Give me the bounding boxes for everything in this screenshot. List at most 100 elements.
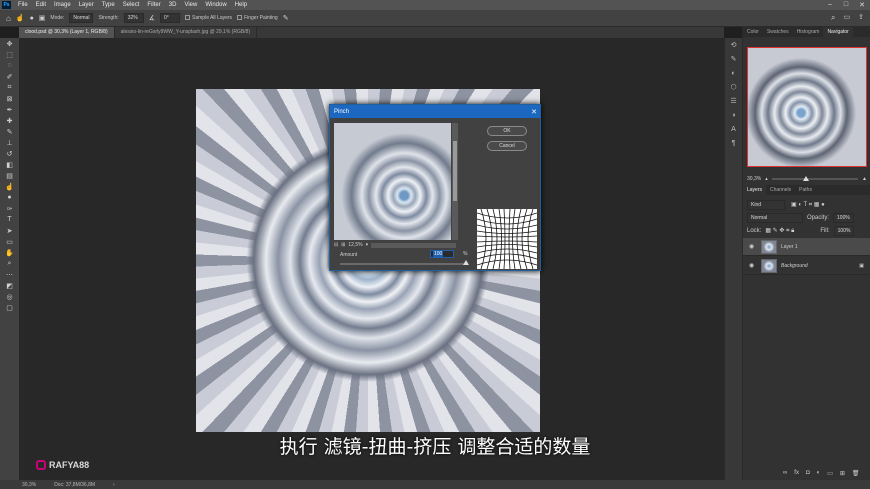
healing-tool-icon[interactable]: ✚ bbox=[0, 115, 19, 126]
filter-preview[interactable] bbox=[334, 123, 451, 240]
ok-button[interactable]: OK bbox=[487, 126, 527, 136]
history-brush-icon[interactable]: ↺ bbox=[0, 148, 19, 159]
maximize-button[interactable]: □ bbox=[838, 1, 854, 9]
menu-layer[interactable]: Layer bbox=[75, 2, 98, 8]
dialog-titlebar[interactable]: Pinch ✕ bbox=[330, 105, 540, 118]
menu-select[interactable]: Select bbox=[119, 2, 144, 8]
amount-slider[interactable] bbox=[340, 260, 469, 265]
marquee-tool-icon[interactable]: ⬚ bbox=[0, 49, 19, 60]
history-icon[interactable]: ⟲ bbox=[725, 38, 742, 52]
tab-clood-psd[interactable]: clood.psd @ 30,3% (Layer 1, RGB/8) bbox=[19, 27, 115, 38]
workspace-icon[interactable]: ▭ bbox=[844, 13, 851, 23]
quick-select-tool-icon[interactable]: ✐ bbox=[0, 71, 19, 82]
move-tool-icon[interactable]: ✥ bbox=[0, 38, 19, 49]
lasso-tool-icon[interactable]: ◌ bbox=[0, 60, 19, 71]
brush-preset-picker[interactable]: ● bbox=[30, 15, 34, 22]
mode-select[interactable]: Normal bbox=[69, 13, 94, 23]
stamp-tool-icon[interactable]: ⊥ bbox=[0, 137, 19, 148]
menu-window[interactable]: Window bbox=[201, 2, 230, 8]
adjustments-icon[interactable]: ◐ bbox=[725, 66, 742, 80]
dodge-tool-icon[interactable]: ● bbox=[0, 192, 19, 203]
path-select-tool-icon[interactable]: ➤ bbox=[0, 225, 19, 236]
navigator-zoom-value[interactable]: 30,3% bbox=[747, 176, 761, 182]
group-icon[interactable]: ▭ bbox=[827, 470, 833, 477]
menu-filter[interactable]: Filter bbox=[143, 2, 164, 8]
kind-filter-select[interactable]: Kind bbox=[747, 200, 785, 210]
quick-mask-icon[interactable]: ◎ bbox=[0, 291, 19, 302]
fill-input[interactable]: 100% bbox=[833, 226, 855, 236]
layer-row[interactable]: ◉ Layer 1 bbox=[743, 238, 870, 256]
libraries-icon[interactable]: ◑ bbox=[725, 108, 742, 122]
gradient-tool-icon[interactable]: ▤ bbox=[0, 170, 19, 181]
zoom-out-button[interactable]: ⊟ bbox=[334, 242, 338, 248]
shape-tool-icon[interactable]: ▭ bbox=[0, 236, 19, 247]
more-tools-icon[interactable]: ⋯ bbox=[0, 269, 19, 280]
navigator-thumbnail[interactable] bbox=[747, 47, 867, 167]
fx-icon[interactable]: fx bbox=[794, 470, 799, 477]
brush-settings-dock-icon[interactable]: ✎ bbox=[725, 52, 742, 66]
amount-input[interactable]: 100 bbox=[430, 250, 454, 258]
trash-icon[interactable]: 🗑︎ bbox=[852, 470, 860, 477]
hand-tool-icon[interactable]: ✋ bbox=[0, 247, 19, 258]
tab-histogram[interactable]: Histogram bbox=[793, 27, 824, 37]
opacity-input[interactable]: 100% bbox=[833, 213, 854, 223]
home-icon[interactable]: ⌂ bbox=[6, 14, 11, 23]
finger-painting-checkbox[interactable]: Finger Painting bbox=[237, 15, 278, 21]
zoom-in-icon[interactable]: ▲ bbox=[862, 176, 867, 182]
mask-icon[interactable]: ◘ bbox=[806, 470, 810, 477]
brush-settings-icon[interactable]: ▣ bbox=[39, 14, 46, 22]
visibility-eye-icon[interactable]: ◉ bbox=[749, 243, 757, 250]
menu-file[interactable]: File bbox=[14, 2, 32, 8]
zoom-tool-icon[interactable]: ⌕ bbox=[0, 258, 19, 269]
lock-icon[interactable]: ▣ bbox=[859, 263, 870, 269]
menu-help[interactable]: Help bbox=[231, 2, 251, 8]
menu-edit[interactable]: Edit bbox=[32, 2, 50, 8]
status-arrow-icon[interactable]: › bbox=[113, 482, 115, 488]
navigator-zoom-slider[interactable] bbox=[771, 176, 859, 181]
blend-mode-select[interactable]: Normal bbox=[747, 213, 803, 223]
preview-vertical-scrollbar[interactable] bbox=[452, 123, 458, 240]
eyedropper-tool-icon[interactable]: ✒ bbox=[0, 104, 19, 115]
pressure-icon[interactable]: ✎ bbox=[283, 14, 289, 22]
character-icon[interactable]: A bbox=[725, 122, 742, 136]
adjustment-layer-icon[interactable]: ◐ bbox=[817, 470, 821, 477]
brush-tool-icon[interactable]: ✎ bbox=[0, 126, 19, 137]
filter-icons[interactable]: ▣ ◐ T ⌗ ▦ ● bbox=[791, 201, 825, 209]
tab-paths[interactable]: Paths bbox=[795, 185, 816, 195]
smudge-tool-icon[interactable]: ☝ bbox=[0, 181, 19, 192]
layer-name[interactable]: Background bbox=[781, 263, 808, 269]
status-zoom[interactable]: 30,3% bbox=[22, 482, 36, 488]
screen-mode-icon[interactable]: ▢ bbox=[0, 302, 19, 313]
zoom-out-icon[interactable]: ▴ bbox=[765, 176, 768, 182]
angle-input[interactable]: 0° bbox=[160, 13, 181, 23]
menu-type[interactable]: Type bbox=[98, 2, 119, 8]
zoom-dropdown-icon[interactable]: ▾ bbox=[366, 242, 369, 248]
new-layer-icon[interactable]: ⊞ bbox=[840, 470, 845, 477]
tab-swatches[interactable]: Swatches bbox=[763, 27, 793, 37]
minimize-button[interactable]: – bbox=[822, 1, 838, 9]
3d-icon[interactable]: ⬡ bbox=[725, 80, 742, 94]
cancel-button[interactable]: Cancel bbox=[487, 141, 527, 151]
tab-channels[interactable]: Channels bbox=[766, 185, 795, 195]
preview-horizontal-scrollbar[interactable] bbox=[371, 242, 456, 248]
layer-name[interactable]: Layer 1 bbox=[781, 244, 798, 250]
menu-image[interactable]: Image bbox=[50, 2, 75, 8]
pen-tool-icon[interactable]: ✑ bbox=[0, 203, 19, 214]
frame-tool-icon[interactable]: ⊠ bbox=[0, 93, 19, 104]
properties-icon[interactable]: ☰ bbox=[725, 94, 742, 108]
lock-icons[interactable]: ▦ ✎ ✥ ⌗ 🔒︎ bbox=[765, 227, 794, 235]
crop-tool-icon[interactable]: ⌗ bbox=[0, 82, 19, 93]
tab-color[interactable]: Color bbox=[743, 27, 763, 37]
close-window-button[interactable]: ✕ bbox=[854, 1, 870, 9]
menu-3d[interactable]: 3D bbox=[165, 2, 181, 8]
tab-navigator[interactable]: Navigator bbox=[823, 27, 853, 37]
strength-input[interactable]: 32% bbox=[123, 13, 144, 23]
paragraph-icon[interactable]: ¶ bbox=[725, 136, 742, 150]
sample-all-layers-checkbox[interactable]: Sample All Layers bbox=[185, 15, 232, 21]
eraser-tool-icon[interactable]: ◧ bbox=[0, 159, 19, 170]
amount-value[interactable]: 100 bbox=[433, 251, 444, 257]
menu-view[interactable]: View bbox=[180, 2, 201, 8]
share-icon[interactable]: ⇪ bbox=[858, 13, 864, 23]
type-tool-icon[interactable]: T bbox=[0, 214, 19, 225]
close-icon[interactable]: ✕ bbox=[528, 108, 540, 116]
